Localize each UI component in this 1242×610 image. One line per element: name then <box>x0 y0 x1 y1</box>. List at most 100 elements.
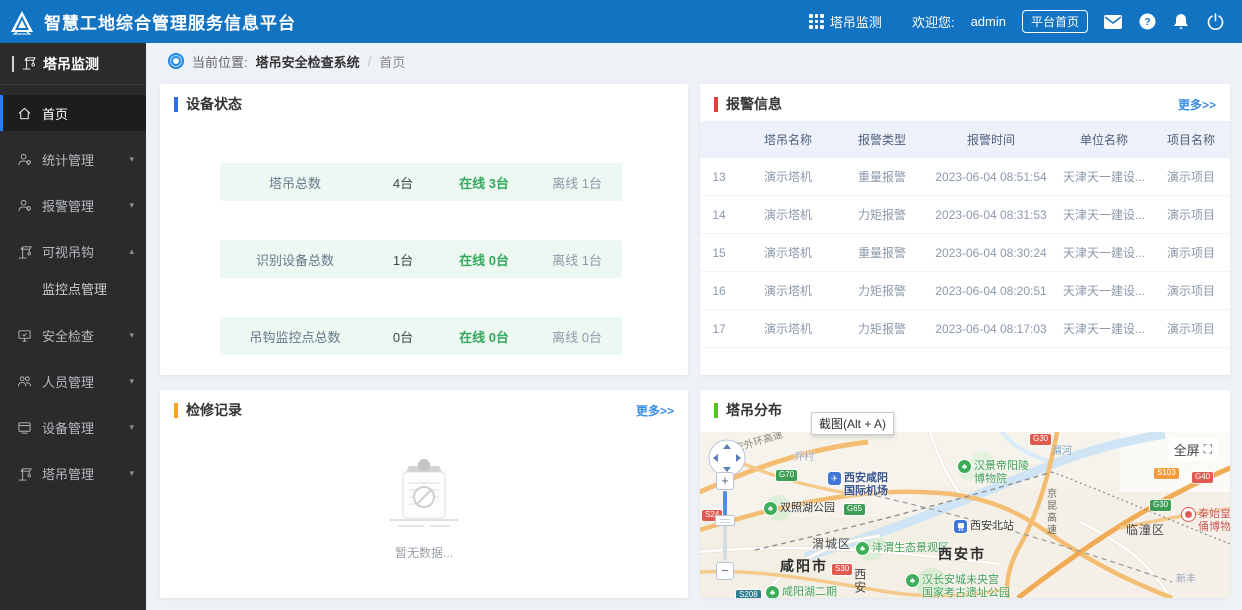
breadcrumb-current[interactable]: 首页 <box>379 52 405 71</box>
people-icon <box>16 373 32 389</box>
chevron-down-icon: ▾ <box>129 375 134 386</box>
park-icon: ♣ <box>906 574 919 587</box>
table-row[interactable]: 16 演示塔机 力矩报警 2023-06-04 08:20:51 天津天一建设... 演示… <box>700 272 1230 310</box>
map-label-village: 乔村 <box>794 452 814 463</box>
table-row[interactable]: 13 演示塔机 重量报警 2023-06-04 08:51:54 天津天一建设... 演示… <box>700 158 1230 196</box>
app-logo <box>0 9 44 35</box>
alarm-table-header: 塔吊名称 报警类型 报警时间 单位名称 项目名称 <box>700 121 1230 158</box>
map-label-city: 西安市 <box>938 546 986 562</box>
alarm-info-panel: 报警信息 更多>> 塔吊名称 报警类型 报警时间 单位名称 项目名称 13 演示塔… <box>700 84 1230 375</box>
maintenance-panel: 检修记录 更多>> 暂无数据... <box>160 390 688 598</box>
panel-title: 塔吊分布 <box>726 402 782 418</box>
breadcrumb-system[interactable]: 塔吊安全检查系统 <box>256 52 360 71</box>
location-icon <box>168 53 184 69</box>
zoom-in-button[interactable]: + <box>716 472 734 490</box>
apps-grid-icon <box>808 14 824 29</box>
sidebar-item-crane-mgmt[interactable]: 塔吊管理 ▾ <box>0 455 146 491</box>
airport-icon: ✈ <box>828 472 841 485</box>
module-switcher[interactable]: 塔吊监测 <box>808 12 882 31</box>
map-zoom-control: + − <box>715 472 735 580</box>
panel-title: 报警信息 <box>726 96 782 112</box>
map-label-road: 京昆高速 <box>1044 488 1056 536</box>
road-badge: G30 <box>1150 500 1172 511</box>
svg-text:?: ? <box>1144 17 1150 28</box>
empty-state: 暂无数据... <box>160 456 688 561</box>
chevron-up-icon: ▴ <box>129 245 134 256</box>
maintenance-more-link[interactable]: 更多>> <box>636 402 674 419</box>
sidebar-item-home[interactable]: 首页 <box>0 95 146 131</box>
park-icon: ♣ <box>958 460 971 473</box>
train-station-icon <box>954 520 967 533</box>
username: admin <box>970 14 1006 29</box>
empty-state-text: 暂无数据... <box>394 546 453 560</box>
mail-icon[interactable] <box>1104 13 1122 31</box>
road-badge: G65 <box>844 504 866 515</box>
sidebar-item-monitor-points[interactable]: 监控点管理 <box>0 269 146 307</box>
status-row-recognition: 识别设备总数 1台 在线 0台 离线 1台 <box>220 240 622 278</box>
sidebar-title: 塔吊监测 <box>0 43 146 85</box>
map-poi-museum-red: 秦始皇帝陵俑博物馆 <box>1182 508 1230 533</box>
map-poi-heritage-park: ♣ 汉长安城未央宫 国家考古遗址公园 <box>906 574 1010 598</box>
map-canvas[interactable]: 西安外环高速 乔村 ✈ 西安咸阳 国际机场 ♣ 双照湖公园 渭城区 咸阳市 ♣ 沣… <box>700 432 1230 598</box>
home-icon <box>16 105 32 121</box>
breadcrumb-prefix: 当前位置: <box>192 54 248 70</box>
sidebar-item-safety-check[interactable]: 安全检查 ▾ <box>0 317 146 353</box>
title-bar-blue <box>174 96 178 112</box>
map-poi-lake: ♣ 咸阳湖二期 <box>766 586 837 598</box>
table-row[interactable]: 15 演示塔机 重量报警 2023-06-04 08:30:24 天津天一建设... 演示… <box>700 234 1230 272</box>
no-data-clipboard-icon <box>390 459 458 527</box>
map-poi-park: ♣ 双照湖公园 <box>764 502 835 515</box>
map-poi-airport: ✈ 西安咸阳 国际机场 <box>828 472 888 497</box>
alarm-table: 塔吊名称 报警类型 报警时间 单位名称 项目名称 13 演示塔机 重量报警 2023-… <box>700 121 1230 348</box>
main-content: 当前位置: 塔吊安全检查系统 / 首页 设备状态 塔吊总数 4台 在线 3台 离… <box>146 43 1242 610</box>
panel-title: 设备状态 <box>186 96 242 112</box>
panel-title: 检修记录 <box>186 402 242 418</box>
notification-bell-icon[interactable] <box>1172 13 1190 31</box>
table-row[interactable]: 14 演示塔机 力矩报警 2023-06-04 08:31:53 天津天一建设... 演示… <box>700 196 1230 234</box>
sidebar-item-personnel[interactable]: 人员管理 ▾ <box>0 363 146 399</box>
map-label-road: 西安 <box>852 568 867 594</box>
sidebar-title-bar <box>12 55 14 72</box>
map-label-district: 渭城区 <box>812 537 852 551</box>
chevron-down-icon: ▾ <box>129 153 134 164</box>
tower-crane-icon <box>16 465 32 481</box>
chevron-down-icon: ▾ <box>129 329 134 340</box>
chevron-down-icon: ▾ <box>129 199 134 210</box>
chevron-down-icon: ▾ <box>129 467 134 478</box>
sidebar: 塔吊监测 首页 统计管理 ▾ 报警管理 ▾ 可视吊钩 ▴ 监控点管理 安全检查 ▾ 人员… <box>0 43 146 610</box>
map-poi-eco-zone: ♣ 沣渭生态景观区 <box>856 542 949 555</box>
zoom-slider[interactable] <box>715 491 735 561</box>
platform-home-button[interactable]: 平台首页 <box>1021 10 1088 33</box>
zoom-out-button[interactable]: − <box>716 562 734 580</box>
crane-distribution-panel: 塔吊分布 截图(Alt + A) 西安外环高速 乔村 ✈ 西安咸阳 国际机场 ♣… <box>700 390 1230 598</box>
table-row[interactable]: 17 演示塔机 力矩报警 2023-06-04 08:17:03 天津天一建设... 演示… <box>700 310 1230 348</box>
road-badge: S208 <box>736 590 761 598</box>
sidebar-item-alarm-mgmt[interactable]: 报警管理 ▾ <box>0 187 146 223</box>
sidebar-item-visual-hook[interactable]: 可视吊钩 ▴ <box>0 233 146 269</box>
device-icon <box>16 419 32 435</box>
module-label: 塔吊监测 <box>829 15 882 30</box>
status-row-cranes: 塔吊总数 4台 在线 3台 离线 1台 <box>220 163 622 201</box>
map-fullscreen-button[interactable]: 全屏 ⛶ <box>1167 438 1218 461</box>
sidebar-item-equipment[interactable]: 设备管理 ▾ <box>0 409 146 445</box>
road-badge: S103 <box>1154 468 1179 479</box>
zoom-slider-handle[interactable] <box>715 515 735 526</box>
map-label-city: 咸阳市 <box>780 558 828 574</box>
welcome-label: 欢迎您: <box>911 15 955 30</box>
title-bar-orange <box>174 402 178 418</box>
alarm-more-link[interactable]: 更多>> <box>1178 96 1216 113</box>
power-icon[interactable] <box>1206 13 1224 31</box>
crane-hook-icon <box>16 243 32 259</box>
screenshot-tooltip: 截图(Alt + A) <box>811 412 895 435</box>
road-badge: G70 <box>776 470 798 481</box>
fullscreen-icon: ⛶ <box>1203 442 1212 456</box>
park-icon: ♣ <box>766 586 779 598</box>
road-badge: G30 <box>1030 434 1052 445</box>
help-icon[interactable]: ? <box>1138 13 1156 31</box>
road-badge: G40 <box>1192 472 1214 483</box>
map-label-district: 临潼区 <box>1126 523 1166 537</box>
map-poi-museum-green: ♣ 汉景帝阳陵 博物院 <box>958 460 1029 485</box>
title-bar-green <box>714 402 718 418</box>
monitor-check-icon <box>16 327 32 343</box>
sidebar-item-statistics[interactable]: 统计管理 ▾ <box>0 141 146 177</box>
